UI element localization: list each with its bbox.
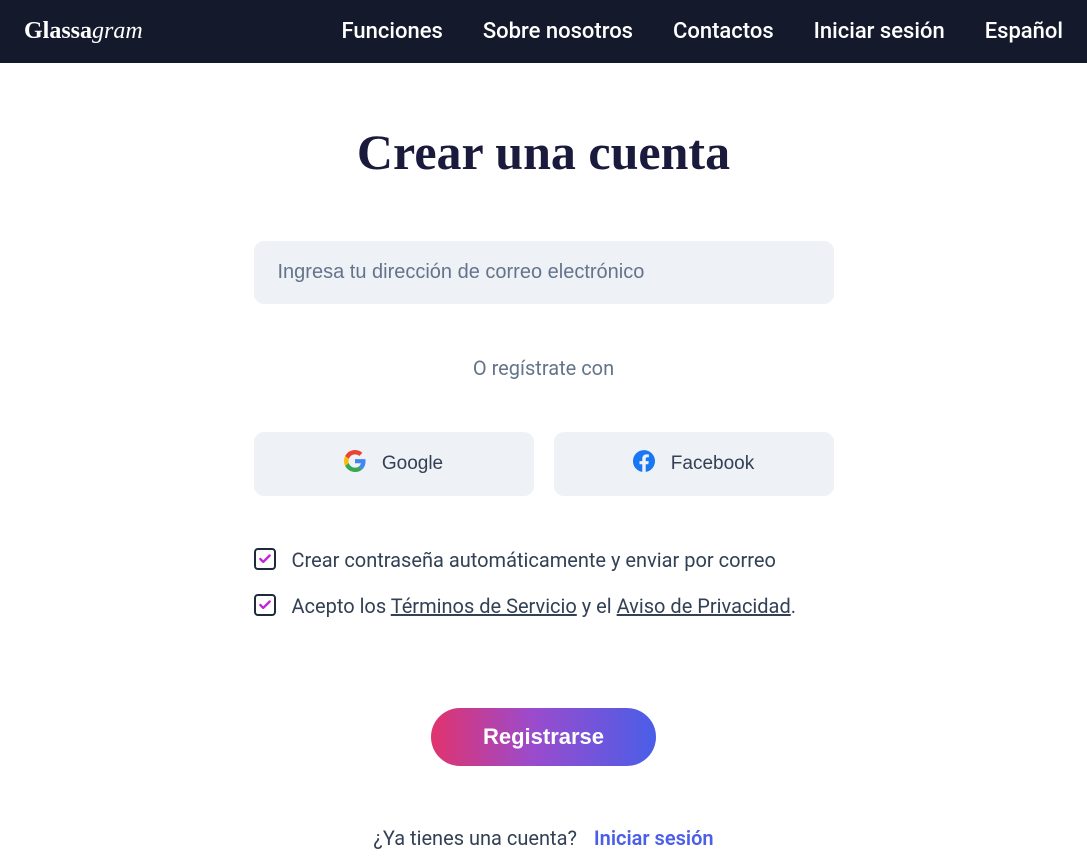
submit-button[interactable]: Registrarse	[431, 708, 656, 766]
nav-login[interactable]: Iniciar sesión	[814, 19, 945, 44]
facebook-label: Facebook	[671, 453, 754, 475]
check-icon	[258, 552, 272, 566]
terms-label: Acepto los Términos de Servicio y el Avi…	[292, 592, 797, 620]
footer-question: ¿Ya tienes una cuenta?	[373, 826, 577, 850]
page-title: Crear una cuenta	[254, 123, 834, 181]
auto-password-label: Crear contraseña automáticamente y envia…	[292, 546, 776, 574]
checkbox-auto-password[interactable]	[254, 548, 276, 570]
brand-logo[interactable]: Glassagram	[24, 18, 143, 45]
brand-part2: gram	[92, 18, 143, 44]
privacy-link[interactable]: Aviso de Privacidad	[617, 594, 791, 618]
google-button[interactable]: Google	[254, 432, 534, 496]
nav-language[interactable]: Español	[985, 19, 1063, 44]
checkbox-terms[interactable]	[254, 594, 276, 616]
checkbox-auto-password-row: Crear contraseña automáticamente y envia…	[254, 546, 834, 574]
nav-links: Funciones Sobre nosotros Contactos Inici…	[342, 19, 1063, 44]
navbar: Glassagram Funciones Sobre nosotros Cont…	[0, 0, 1087, 63]
social-row: Google Facebook	[254, 432, 834, 496]
email-input[interactable]	[254, 241, 834, 304]
signup-container: Crear una cuenta O regístrate con Google…	[254, 63, 834, 850]
footer-text: ¿Ya tienes una cuenta? Iniciar sesión	[254, 826, 834, 850]
checkbox-terms-row: Acepto los Términos de Servicio y el Avi…	[254, 592, 834, 620]
google-icon	[344, 450, 366, 478]
google-label: Google	[382, 453, 443, 475]
nav-features[interactable]: Funciones	[342, 19, 443, 44]
footer-login-link[interactable]: Iniciar sesión	[594, 826, 714, 850]
nav-about[interactable]: Sobre nosotros	[483, 19, 633, 44]
facebook-icon	[633, 450, 655, 478]
check-icon	[258, 598, 272, 612]
brand-part1: Glassa	[24, 18, 92, 44]
terms-link[interactable]: Términos de Servicio	[391, 594, 577, 618]
nav-contacts[interactable]: Contactos	[673, 19, 774, 44]
facebook-button[interactable]: Facebook	[554, 432, 834, 496]
divider-text: O regístrate con	[254, 356, 834, 380]
